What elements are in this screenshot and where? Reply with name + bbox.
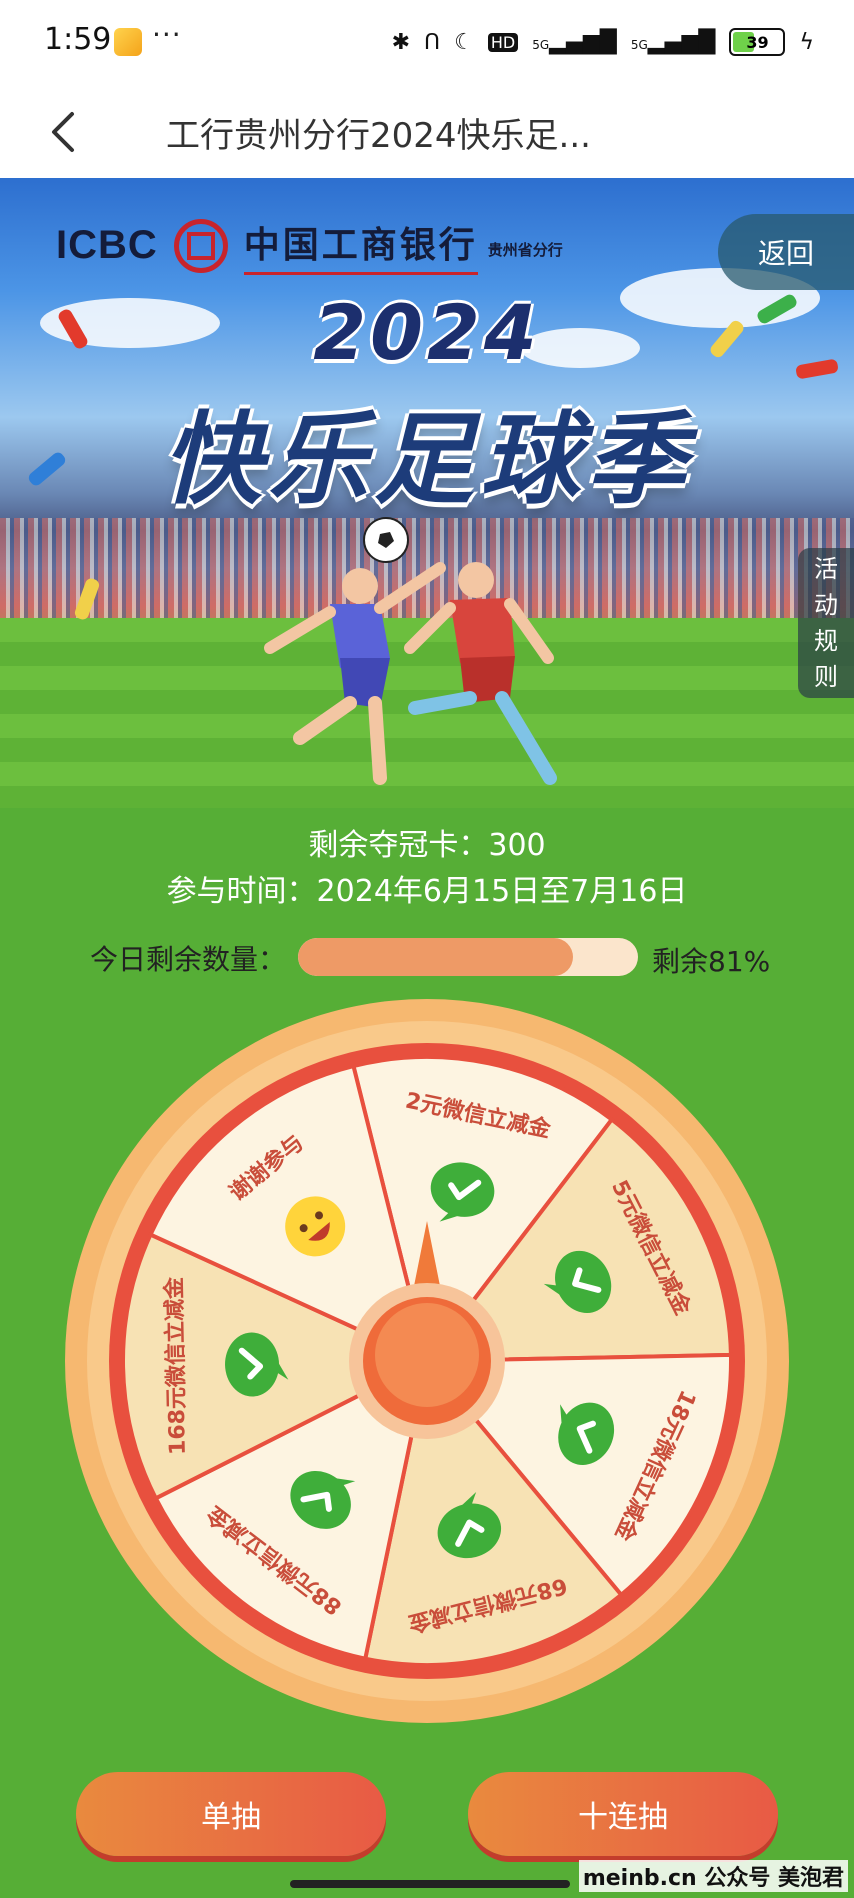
page-title: 工行贵州分行2024快乐足...: [166, 116, 591, 156]
network-label: 5G: [532, 37, 550, 52]
event-year: 2024: [313, 288, 541, 377]
today-remaining-label: 今日剩余数量：: [90, 943, 287, 976]
rules-char: 动: [814, 591, 838, 619]
wheel-segment-label: 168元微信立减金: [161, 1276, 191, 1455]
more-notifications-icon: ···: [152, 18, 182, 51]
earbuds-icon: ᑎ: [424, 29, 441, 55]
back-icon[interactable]: [36, 102, 96, 162]
nav-bar: 工行贵州分行2024快乐足...: [0, 88, 854, 179]
activity-rules-tab[interactable]: 活 动 规 则: [798, 548, 854, 698]
today-remaining-bar: [298, 938, 638, 976]
football-players-illustration: [264, 517, 557, 785]
ten-draw-button[interactable]: 十连抽: [468, 1772, 778, 1856]
status-icons: ✱ ᑎ ☾ HD 5G▂▄▆█ 5G▂▄▆█ 39 ϟ: [392, 24, 814, 60]
prize-wheel: 2元微信立减金 5元微信立减金 18元微信立减金 68元微信立减金 88元微信立减金 16…: [62, 996, 792, 1726]
signal-icon-2: 5G▂▄▆█: [630, 29, 716, 55]
hd-icon: HD: [487, 32, 519, 52]
network-label-2: 5G: [630, 37, 648, 52]
home-indicator[interactable]: [290, 1880, 570, 1888]
icbc-logo: ICBC 中国工商银行 贵州省分行: [56, 216, 563, 275]
today-remaining-percent: 剩余81%: [652, 945, 771, 978]
status-time: 1:59: [44, 22, 112, 57]
watermark: meinb.cn 公众号 美泡君: [578, 1860, 848, 1892]
hero-banner: ICBC 中国工商银行 贵州省分行 2024 快乐足球季 返回 活 动 规 则: [0, 178, 854, 808]
remaining-cards: 剩余夺冠卡：300: [308, 828, 546, 863]
event-title: 快乐足球季: [162, 401, 692, 518]
charging-icon: ϟ: [799, 29, 814, 55]
moon-icon: ☾: [454, 29, 474, 55]
branch-name: 贵州省分行: [487, 241, 563, 259]
bluetooth-icon: ✱: [391, 29, 411, 55]
signal-icon-1: 5G▂▄▆█: [532, 29, 617, 55]
rules-char: 则: [814, 663, 838, 691]
spin-button-highlight: [375, 1303, 479, 1407]
today-remaining-fill: [298, 938, 574, 976]
return-button[interactable]: 返回: [718, 214, 854, 290]
rules-char: 活: [814, 555, 838, 583]
single-draw-button[interactable]: 单抽: [76, 1772, 386, 1856]
rules-char: 规: [814, 627, 838, 655]
battery-icon: 39: [729, 28, 786, 56]
notification-app-icon: [114, 28, 142, 56]
participation-period: 参与时间：2024年6月15日至7月16日: [166, 874, 688, 909]
status-bar: 1:59 ··· ✱ ᑎ ☾ HD 5G▂▄▆█ 5G▂▄▆█ 39 ϟ: [0, 0, 854, 88]
prize-wheel-graphic: 2元微信立减金5元微信立减金18元微信立减金68元微信立减金88元微信立减金16…: [65, 999, 789, 1723]
icbc-wordmark: ICBC: [56, 223, 158, 267]
bank-name: 中国工商银行: [243, 216, 478, 275]
icbc-emblem-icon: [173, 218, 228, 273]
battery-level: 39: [746, 32, 769, 52]
